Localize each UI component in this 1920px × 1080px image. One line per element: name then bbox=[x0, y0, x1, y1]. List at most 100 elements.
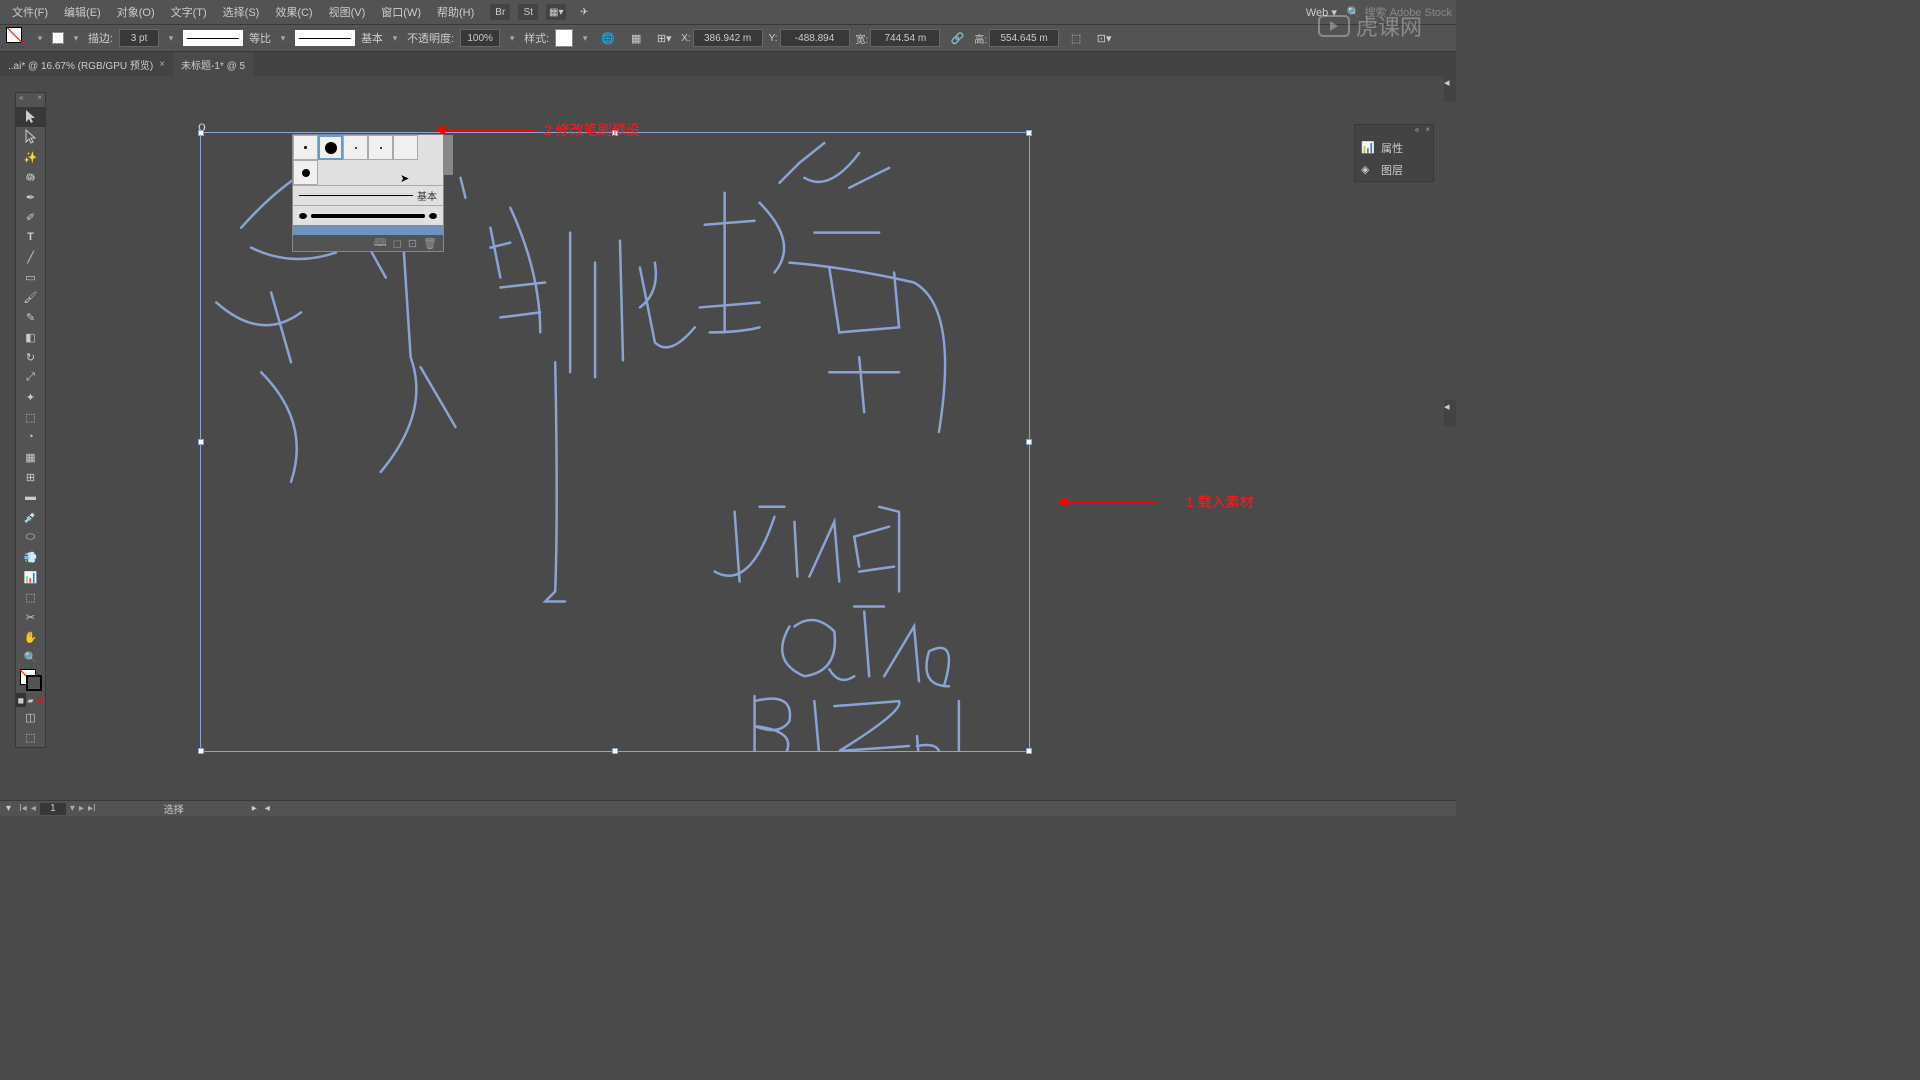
link-wh-icon[interactable]: 🔗 bbox=[946, 27, 968, 49]
fill-dropdown[interactable] bbox=[34, 30, 46, 46]
type-tool[interactable]: T bbox=[16, 227, 45, 247]
mesh-tool[interactable]: ⊞ bbox=[16, 467, 45, 487]
artboard-nav[interactable]: I◂◂▾▸▸I bbox=[19, 803, 96, 815]
properties-panel-tab[interactable]: 📊属性 bbox=[1355, 137, 1433, 159]
menu-file[interactable]: 文件(F) bbox=[4, 4, 56, 20]
artboard-num-input[interactable] bbox=[40, 803, 66, 815]
width-tool[interactable]: ✦ bbox=[16, 387, 45, 407]
search-stock[interactable]: 🔍 搜索 Adobe Stock bbox=[1347, 4, 1452, 20]
line-tool[interactable]: ╱ bbox=[16, 247, 45, 267]
stock-icon[interactable]: St bbox=[518, 4, 538, 20]
menu-text[interactable]: 文字(T) bbox=[163, 4, 215, 20]
paintbrush-tool[interactable]: 🖌 bbox=[16, 287, 45, 307]
opacity-input[interactable] bbox=[460, 29, 500, 47]
width-profile[interactable] bbox=[183, 30, 243, 46]
layers-panel-tab[interactable]: ◈图层 bbox=[1355, 159, 1433, 181]
close-icon[interactable]: × bbox=[159, 59, 165, 70]
transform-icon[interactable]: ⊞▾ bbox=[653, 27, 675, 49]
menu-view[interactable]: 视图(V) bbox=[321, 4, 374, 20]
zoom-tool[interactable]: 🔍 bbox=[16, 647, 45, 667]
scale-tool[interactable]: ⤢ bbox=[16, 367, 45, 387]
lasso-tool[interactable]: 𖡎 bbox=[16, 167, 45, 187]
brush-preset-5[interactable] bbox=[393, 135, 418, 160]
gradient-tool[interactable]: ▬ bbox=[16, 487, 45, 507]
brush-new-icon[interactable]: ◻ bbox=[393, 237, 402, 250]
pencil-tool[interactable]: ✎ bbox=[16, 307, 45, 327]
menu-effect[interactable]: 效果(C) bbox=[267, 4, 320, 20]
eyedropper-tool[interactable]: 💉 bbox=[16, 507, 45, 527]
menu-help[interactable]: 帮助(H) bbox=[429, 4, 482, 20]
x-input[interactable] bbox=[693, 29, 763, 47]
canvas[interactable]: o 基本 bbox=[46, 76, 1410, 800]
blend-tool[interactable]: ⬭ bbox=[16, 527, 45, 547]
recolor-icon[interactable]: 🌐 bbox=[597, 27, 619, 49]
curvature-tool[interactable]: ✐ bbox=[16, 207, 45, 227]
w-input[interactable] bbox=[870, 29, 940, 47]
doc-tab-2[interactable]: 未标题-1* @ 5 bbox=[173, 52, 253, 76]
opacity-dropdown[interactable] bbox=[506, 30, 518, 46]
gpu-icon[interactable]: ✈ bbox=[574, 4, 594, 20]
draw-mode[interactable]: ◫ bbox=[16, 707, 45, 727]
rotate-tool[interactable]: ↻ bbox=[16, 347, 45, 367]
brush-preset-1[interactable] bbox=[293, 135, 318, 160]
doc-tab-1[interactable]: ..ai* @ 16.67% (RGB/GPU 预览)× bbox=[0, 52, 173, 76]
zoom-menu[interactable]: ▾ bbox=[6, 803, 11, 814]
opacity-label: 不透明度: bbox=[407, 30, 454, 46]
brush-preset-3[interactable] bbox=[343, 135, 368, 160]
brush-calligraphic-row[interactable] bbox=[293, 205, 443, 225]
arrange-documents-icon[interactable]: ▦▾ bbox=[546, 4, 566, 20]
direct-selection-tool[interactable] bbox=[16, 127, 45, 147]
align-icon[interactable]: ▦ bbox=[625, 27, 647, 49]
eraser-tool[interactable]: ◧ bbox=[16, 327, 45, 347]
artboard-tool[interactable]: ⬚ bbox=[16, 587, 45, 607]
h-input[interactable] bbox=[989, 29, 1059, 47]
menu-select[interactable]: 选择(S) bbox=[215, 4, 268, 20]
stroke-dropdown[interactable] bbox=[70, 30, 82, 46]
brush-delete-icon[interactable]: 🗑 bbox=[423, 237, 437, 250]
collapsed-panel-2[interactable]: ◂ bbox=[1444, 400, 1456, 426]
graph-tool[interactable]: 📊 bbox=[16, 567, 45, 587]
style-dropdown[interactable] bbox=[579, 30, 591, 46]
stroke-weight-dropdown[interactable] bbox=[165, 30, 177, 46]
brush-scrollbar[interactable] bbox=[443, 135, 453, 175]
brush-def[interactable] bbox=[295, 30, 355, 46]
stroke-weight-input[interactable] bbox=[119, 29, 159, 47]
brush-libraries-icon[interactable]: 🕮 bbox=[374, 234, 387, 253]
rectangle-tool[interactable]: ▭ bbox=[16, 267, 45, 287]
shape-builder-tool[interactable]: ◔ bbox=[16, 427, 45, 447]
selection-tool[interactable] bbox=[16, 107, 45, 127]
menu-edit[interactable]: 编辑(E) bbox=[56, 4, 109, 20]
shape-ico1[interactable]: ⬚ bbox=[1065, 27, 1087, 49]
fill-stroke-indicator[interactable] bbox=[6, 27, 28, 49]
brush-preset-4[interactable] bbox=[368, 135, 393, 160]
style-swatch[interactable] bbox=[555, 29, 573, 47]
pen-tool[interactable]: ✒ bbox=[16, 187, 45, 207]
hand-tool[interactable]: ✋ bbox=[16, 627, 45, 647]
y-input[interactable] bbox=[780, 29, 850, 47]
brush-preset-6[interactable] bbox=[293, 160, 318, 185]
gradient-mode[interactable]: ▰ bbox=[26, 693, 36, 707]
menu-object[interactable]: 对象(O) bbox=[109, 4, 163, 20]
brush-options-icon[interactable]: ⊡ bbox=[408, 237, 417, 250]
none-mode[interactable]: ⊘ bbox=[35, 693, 45, 707]
collapsed-panel-1[interactable]: ◂ bbox=[1444, 76, 1456, 102]
screen-mode[interactable]: ⬚ bbox=[16, 727, 45, 747]
brush-dropdown[interactable] bbox=[389, 30, 401, 46]
free-transform-tool[interactable]: ⬚ bbox=[16, 407, 45, 427]
brushes-panel[interactable]: 基本 🕮 ◻ ⊡ 🗑 bbox=[292, 134, 444, 252]
shape-ico2[interactable]: ⊡▾ bbox=[1093, 27, 1115, 49]
brush-basic-row[interactable]: 基本 bbox=[293, 185, 443, 205]
symbol-sprayer-tool[interactable]: 💨 bbox=[16, 547, 45, 567]
workspace-switcher[interactable]: Web ▾ bbox=[1306, 6, 1337, 19]
brush-preset-2[interactable] bbox=[318, 135, 343, 160]
perspective-tool[interactable]: ▦ bbox=[16, 447, 45, 467]
slice-tool[interactable]: ✂ bbox=[16, 607, 45, 627]
profile-dropdown[interactable] bbox=[277, 30, 289, 46]
right-panel: «× 📊属性 ◈图层 bbox=[1354, 124, 1434, 182]
magic-wand-tool[interactable]: ✨ bbox=[16, 147, 45, 167]
menu-window[interactable]: 窗口(W) bbox=[373, 4, 429, 20]
color-mode[interactable]: ◼ bbox=[16, 693, 26, 707]
fill-stroke-tool[interactable] bbox=[16, 667, 45, 693]
stroke-swatch[interactable] bbox=[52, 32, 64, 44]
bridge-icon[interactable]: Br bbox=[490, 4, 510, 20]
